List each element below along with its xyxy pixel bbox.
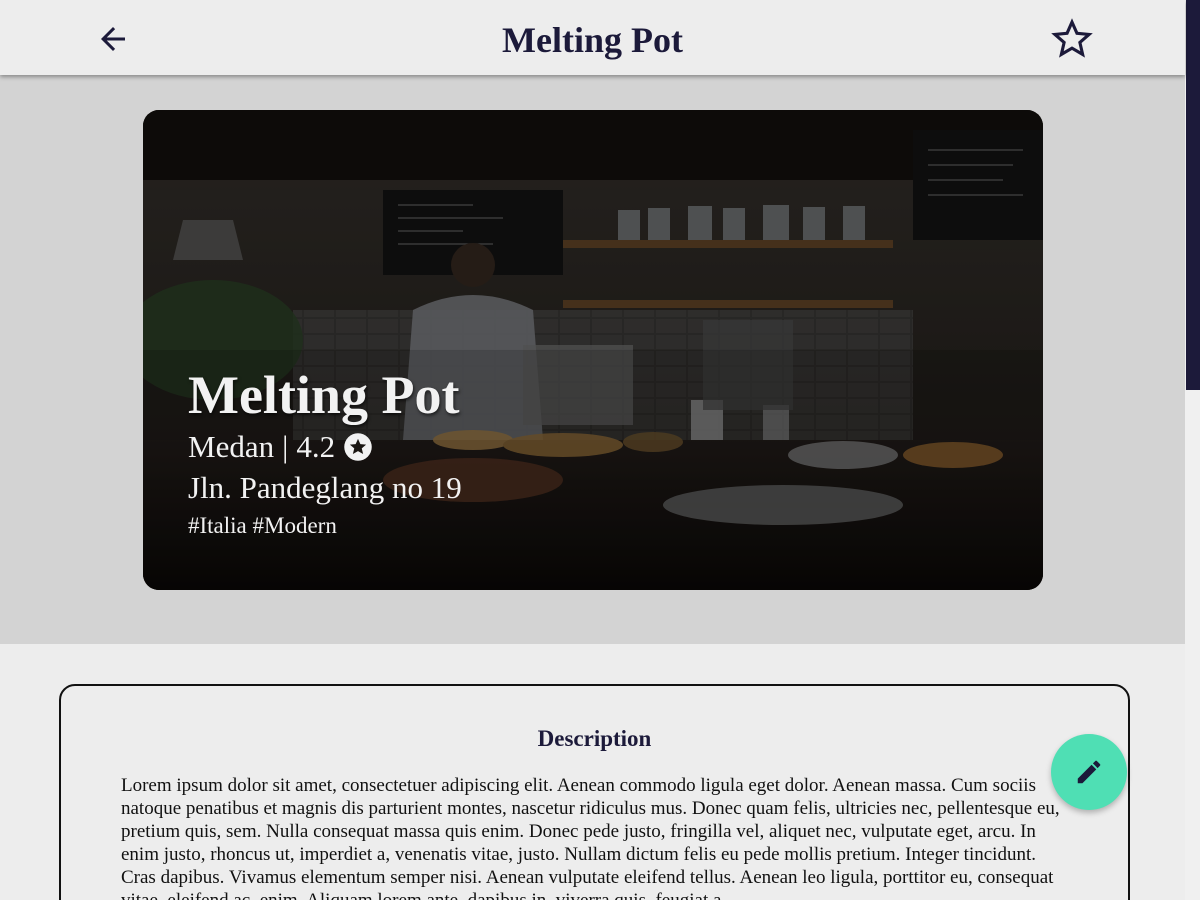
pencil-icon xyxy=(1077,760,1101,784)
hero-text: Melting Pot Medan | 4.2 Jln. Pandeglang … xyxy=(188,365,462,541)
star-circle-icon xyxy=(343,432,373,462)
restaurant-tags: #Italia #Modern xyxy=(188,513,337,538)
description-card: Description Lorem ipsum dolor sit amet, … xyxy=(59,684,1130,900)
restaurant-meta: Medan | 4.2 xyxy=(188,427,462,467)
edit-button[interactable] xyxy=(1051,734,1127,810)
restaurant-location: Medan xyxy=(188,429,275,464)
page-title: Melting Pot xyxy=(502,20,683,60)
description-text: Lorem ipsum dolor sit amet, consectetuer… xyxy=(121,775,1060,900)
meta-separator: | xyxy=(282,429,289,464)
restaurant-address: Jln. Pandeglang no 19 xyxy=(188,470,462,505)
restaurant-rating: 4.2 xyxy=(296,429,336,464)
favorite-button[interactable] xyxy=(1050,17,1094,61)
scrollbar-thumb[interactable] xyxy=(1186,0,1200,390)
app-bar: Melting Pot xyxy=(0,0,1185,75)
star-outline-icon xyxy=(1051,18,1093,58)
restaurant-hero-card: Melting Pot Medan | 4.2 Jln. Pandeglang … xyxy=(143,110,1043,590)
hero-section: Melting Pot Medan | 4.2 Jln. Pandeglang … xyxy=(0,75,1185,644)
restaurant-name: Melting Pot xyxy=(188,365,460,425)
description-title: Description xyxy=(537,726,652,751)
